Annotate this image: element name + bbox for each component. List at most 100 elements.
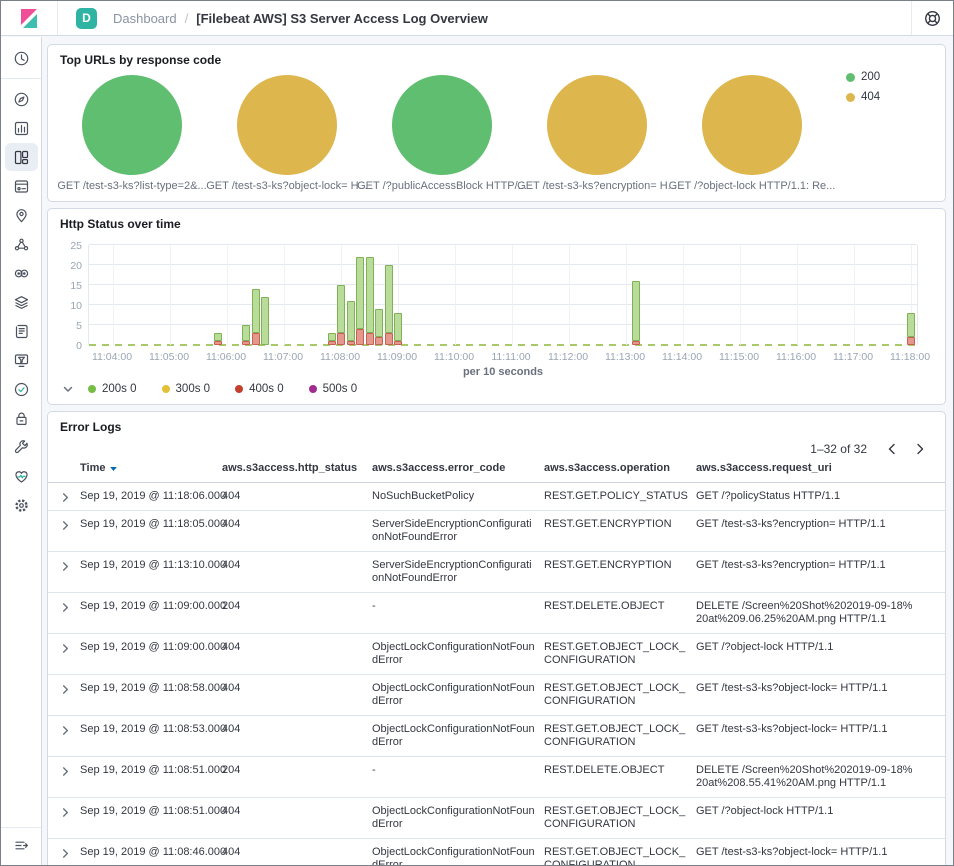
column-header-aws.s3access.request_uri[interactable]: aws.s3access.request_uri — [696, 460, 921, 482]
sidebar-item-uptime[interactable] — [5, 346, 38, 374]
bar-400s[interactable] — [214, 341, 222, 345]
pie-slice-404[interactable] — [702, 75, 802, 175]
sidebar-item-dev-tools[interactable] — [5, 433, 38, 461]
bar-200s[interactable] — [252, 289, 260, 333]
pagination-prev-button[interactable] — [879, 436, 905, 462]
bar-200s[interactable] — [394, 313, 402, 341]
column-header-aws.s3access.error_code[interactable]: aws.s3access.error_code — [372, 460, 544, 482]
legend-item-200[interactable]: 200 — [846, 71, 880, 83]
cell-error-code: ServerSideEncryptionConfigurationNotFoun… — [372, 552, 544, 592]
row-expand-button[interactable] — [58, 483, 80, 508]
x-tick-label: 11:10:00 — [434, 351, 474, 363]
bar-400s[interactable] — [385, 333, 393, 345]
legend-collapse-chevron-icon[interactable] — [62, 383, 74, 395]
sidebar-item-logs[interactable] — [5, 288, 38, 316]
v-gridline — [683, 245, 684, 345]
discover-icon — [13, 91, 30, 108]
row-expand-button[interactable] — [58, 593, 80, 618]
x-axis-title: per 10 seconds — [88, 366, 918, 378]
legend-dot — [846, 73, 855, 82]
sidebar-item-metrics[interactable] — [5, 259, 38, 287]
bar-200s[interactable] — [242, 325, 250, 341]
pagination-next-button[interactable] — [907, 436, 933, 462]
breadcrumb: Dashboard / [Filebeat AWS] S3 Server Acc… — [113, 11, 488, 26]
legend-item-400s[interactable]: 400s 0 — [235, 383, 284, 395]
row-expand-button[interactable] — [58, 757, 80, 782]
bar-400s[interactable] — [328, 341, 336, 345]
row-expand-button[interactable] — [58, 511, 80, 536]
v-gridline — [569, 245, 570, 345]
sidebar-item-recently-viewed[interactable] — [5, 44, 38, 72]
pie-label: GET /test-s3-ks?encryption= H... — [507, 180, 687, 192]
panel-top-urls-by-response-code: Top URLs by response code GET /test-s3-k… — [47, 44, 946, 202]
bar-200s[interactable] — [347, 301, 355, 341]
cell-http-status: 404 — [222, 634, 372, 661]
sidebar-item-discover[interactable] — [5, 85, 38, 113]
bar-200s[interactable] — [366, 257, 374, 333]
bar-400s[interactable] — [347, 341, 355, 345]
space-avatar[interactable]: D — [76, 8, 97, 29]
bar-200s[interactable] — [356, 257, 364, 329]
kibana-logo[interactable] — [1, 1, 58, 35]
sidebar-item-monitors[interactable] — [5, 375, 38, 403]
bar-400s[interactable] — [337, 333, 345, 345]
cell-operation: REST.DELETE.OBJECT — [544, 593, 696, 620]
column-header-label: aws.s3access.request_uri — [696, 462, 832, 475]
cell-operation: REST.GET.OBJECT_LOCK_CONFIGURATION — [544, 675, 696, 715]
pie-slice-404[interactable] — [237, 75, 337, 175]
bar-200s[interactable] — [632, 281, 640, 341]
bar-200s[interactable] — [337, 285, 345, 333]
sidebar-item-canvas[interactable] — [5, 172, 38, 200]
row-expand-button[interactable] — [58, 839, 80, 864]
legend-dot — [309, 385, 317, 393]
row-expand-button[interactable] — [58, 552, 80, 577]
sidebar-item-maps[interactable] — [5, 201, 38, 229]
legend-item-500s[interactable]: 500s 0 — [309, 383, 358, 395]
bar-200s[interactable] — [375, 309, 383, 337]
column-header-aws.s3access.operation[interactable]: aws.s3access.operation — [544, 460, 696, 482]
collapse-sidebar-icon[interactable] — [13, 837, 30, 854]
page-title: [Filebeat AWS] S3 Server Access Log Over… — [196, 11, 488, 26]
sidebar-item-siem[interactable] — [5, 404, 38, 432]
column-header-aws.s3access.http_status[interactable]: aws.s3access.http_status — [222, 460, 372, 482]
help-icon[interactable] — [923, 9, 942, 28]
cell-time: Sep 19, 2019 @ 11:09:00.000 — [80, 634, 222, 661]
sidebar-item-management[interactable] — [5, 491, 38, 519]
breadcrumb-dashboard[interactable]: Dashboard — [113, 11, 177, 26]
bar-400s[interactable] — [394, 341, 402, 345]
sidebar-item-apm[interactable] — [5, 317, 38, 345]
row-expand-button[interactable] — [58, 716, 80, 741]
bar-400s[interactable] — [242, 341, 250, 345]
cell-error-code: ObjectLockConfigurationNotFoundError — [372, 634, 544, 674]
pie-slice-200[interactable] — [82, 75, 182, 175]
bar-400s[interactable] — [375, 337, 383, 345]
chevron-right-icon — [60, 848, 71, 859]
column-header-time[interactable]: Time — [80, 460, 222, 482]
bar-400s[interactable] — [632, 341, 640, 345]
bar-200s[interactable] — [328, 333, 336, 341]
sidebar-item-dashboard[interactable] — [5, 143, 38, 171]
pie-slice-200[interactable] — [392, 75, 492, 175]
bar-200s[interactable] — [214, 333, 222, 341]
h-gridline — [89, 324, 917, 325]
row-expand-button[interactable] — [58, 798, 80, 823]
x-tick-label: 11:05:00 — [149, 351, 189, 363]
row-expand-button[interactable] — [58, 634, 80, 659]
chart-legend-items: 200s 0 300s 0 400s 0 500s 0 — [88, 383, 382, 395]
legend-item-404[interactable]: 404 — [846, 91, 880, 103]
pie-slice-404[interactable] — [547, 75, 647, 175]
column-header-label: Time — [80, 462, 105, 475]
bar-400s[interactable] — [366, 333, 374, 345]
sidebar-item-machine-learning[interactable] — [5, 230, 38, 258]
bar-200s[interactable] — [261, 297, 269, 345]
bar-400s[interactable] — [356, 329, 364, 345]
sidebar-item-visualize[interactable] — [5, 114, 38, 142]
legend-item-300s[interactable]: 300s 0 — [162, 383, 211, 395]
legend-item-200s[interactable]: 200s 0 — [88, 383, 137, 395]
bar-200s[interactable] — [907, 313, 915, 337]
bar-400s[interactable] — [252, 333, 260, 345]
row-expand-button[interactable] — [58, 675, 80, 700]
sidebar-item-stack-monitoring[interactable] — [5, 462, 38, 490]
bar-200s[interactable] — [385, 265, 393, 333]
bar-400s[interactable] — [907, 337, 915, 345]
